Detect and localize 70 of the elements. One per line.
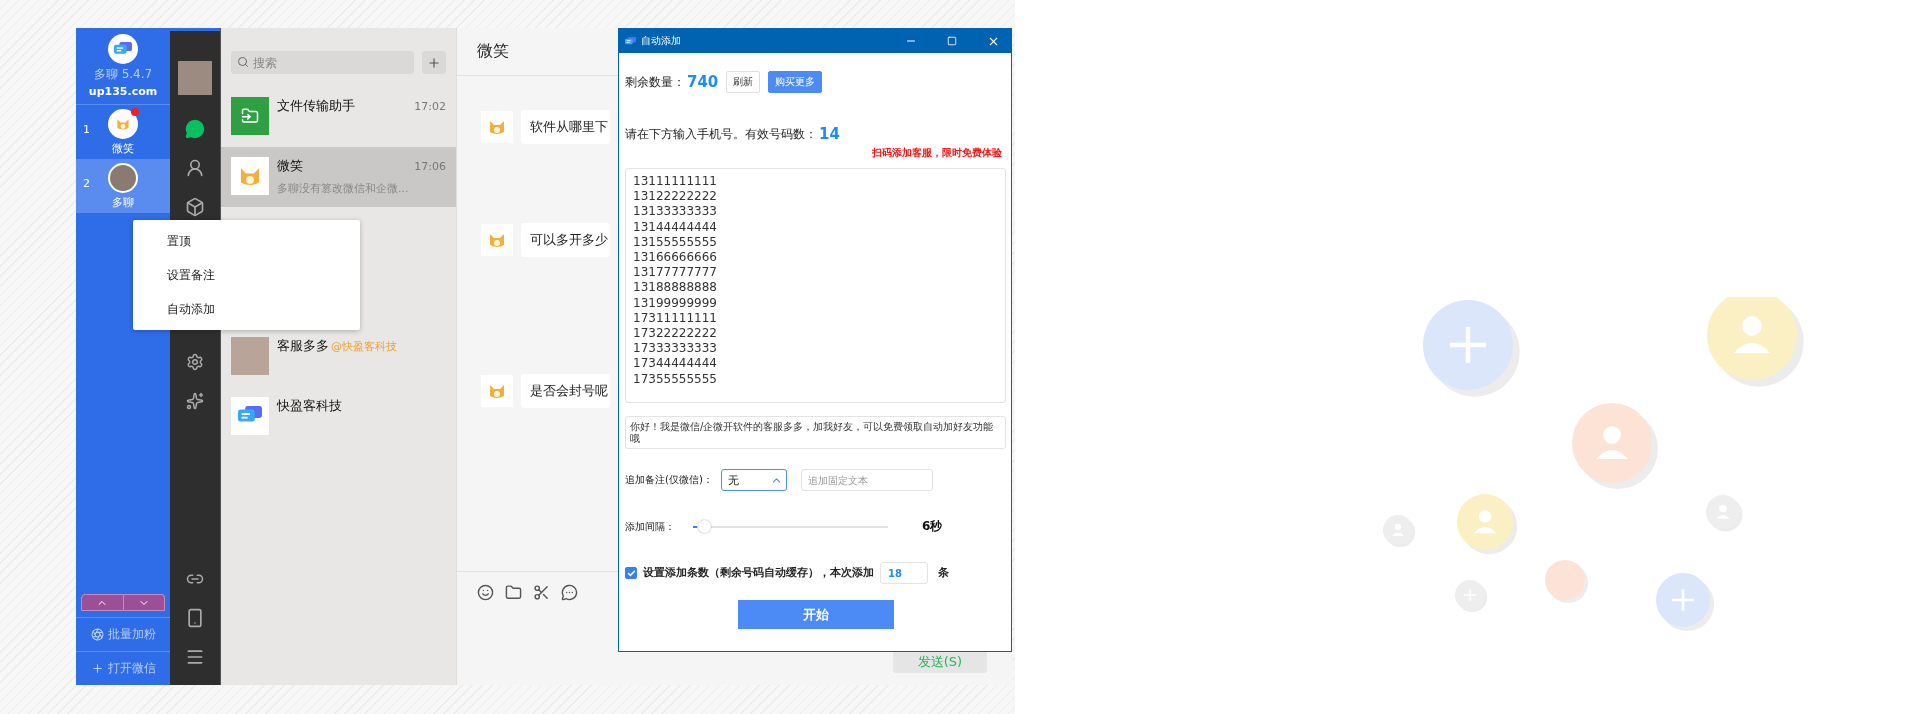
valid-count: 14 (819, 125, 840, 143)
chat-icon (185, 119, 205, 139)
app-version: 多聊 5.4.7 (93, 66, 153, 83)
remark-label: 追加备注(仅微信)： (625, 473, 713, 487)
folder-icon (505, 584, 522, 601)
account-name: 多聊 (112, 194, 134, 210)
message-bubble: 软件从哪里下 (521, 110, 610, 144)
chat-name: 客服多多@快盈客科技 (277, 337, 397, 355)
menu-item[interactable]: 置顶 (133, 224, 360, 258)
cube-icon (185, 197, 205, 217)
chat-name: 快盈客科技 (277, 397, 342, 415)
app-website: up135.com (88, 85, 158, 98)
scissors-icon (533, 584, 550, 601)
emoji-button[interactable] (477, 584, 495, 602)
chat-logo-icon (114, 41, 132, 57)
greeting-field[interactable]: 你好！我是微信/企微开软件的客服多多，加我好友，可以免费领取自动加好友功能哦 (625, 416, 1006, 449)
profile-photo-placeholder (178, 61, 212, 95)
chat-item[interactable]: 快盈客科技 (221, 387, 456, 447)
maximize-icon (947, 36, 957, 46)
search-field[interactable]: 搜索 (231, 51, 414, 74)
folder-icon (241, 107, 259, 125)
limit-checkbox[interactable] (625, 567, 637, 579)
chat-title: 微笑 (477, 41, 509, 62)
account-number: 2 (83, 177, 90, 190)
chat-time: 17:02 (414, 100, 446, 113)
avatar-placeholder (231, 337, 269, 375)
limit-label: 设置添加条数（剩余号码自动缓存），本次添加 (643, 566, 874, 580)
circle-a-icon (90, 628, 104, 641)
phone-prompt: 请在下方输入手机号。有效号码数： (625, 125, 817, 143)
remaining-label: 剩余数量： (625, 73, 685, 91)
account-item[interactable]: 1 微笑 (76, 105, 170, 159)
history-button[interactable] (561, 584, 579, 602)
remark-select[interactable]: 无 (720, 469, 787, 491)
chat-logo-icon (625, 36, 636, 46)
chat-item[interactable]: 文件传输助手 17:02 (221, 87, 456, 147)
remaining-count: 740 (687, 73, 719, 91)
sparkle-icon (186, 392, 204, 410)
speech-bubble-icon (561, 584, 578, 601)
limit-unit: 条 (938, 566, 949, 580)
avatar-placeholder (108, 162, 138, 193)
refresh-button[interactable]: 刷新 (726, 71, 761, 93)
slider-thumb[interactable] (697, 519, 711, 533)
screenshot-button[interactable] (533, 584, 551, 602)
chat-name: 文件传输助手 (277, 97, 355, 115)
search-icon (237, 56, 249, 68)
add-button[interactable] (422, 51, 446, 74)
file-button[interactable] (505, 584, 523, 602)
settings-icon (186, 353, 204, 371)
account-number: 1 (83, 123, 90, 136)
phone-list-field[interactable]: 13111111111 13122222222 13133333333 13144444444 13155555555 13166666666 13177777777 13188888888 13199999999 17311111111 17322222222 17333333333 17344444444 17355555555 (625, 168, 1006, 403)
person-icon (185, 158, 205, 178)
message-bubble: 可以多开多少 (521, 223, 610, 257)
smile-icon (477, 584, 494, 601)
promo-text: 扫码添加客服，限时免费体验 (872, 146, 1002, 160)
account-name: 微笑 (112, 140, 134, 156)
plus-icon (90, 662, 104, 675)
chat-item[interactable]: 客服多多@快盈客科技 (221, 327, 456, 387)
menu-item[interactable]: 设置备注 (133, 258, 360, 292)
interval-value: 6秒 (922, 518, 943, 535)
chat-name: 微笑 (277, 157, 303, 175)
check-icon (626, 568, 636, 578)
interval-label: 添加间隔： (625, 519, 675, 534)
menu-icon (185, 647, 205, 667)
chat-time: 17:06 (414, 160, 446, 173)
remark-text-field[interactable]: 追加固定文本 (800, 469, 933, 491)
phone-icon (185, 608, 205, 628)
menu-item[interactable]: 自动添加 (133, 292, 360, 326)
message-bubble: 是否会封号呢 (521, 374, 610, 408)
plus-icon (427, 55, 441, 70)
dialog-title: 自动添加 (641, 34, 682, 48)
